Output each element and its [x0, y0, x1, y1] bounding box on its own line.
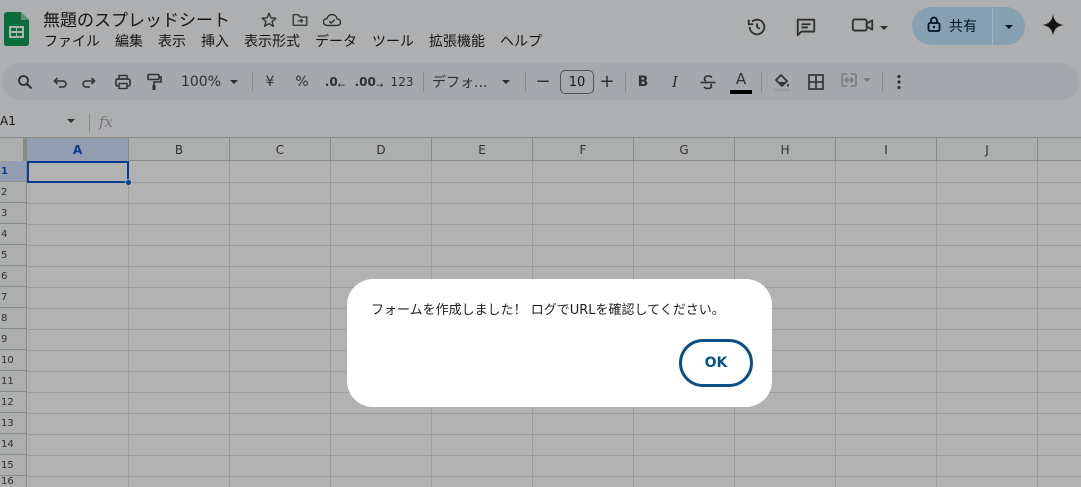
modal-overlay: [0, 0, 1081, 487]
dialog-message: フォームを作成しました！ ログでURLを確認してください。: [371, 303, 725, 318]
sheets-app: 無題のスプレッドシート ファイル 編集 表示 挿入 表示形式 データ ツール 拡…: [0, 0, 1081, 487]
alert-dialog: フォームを作成しました！ ログでURLを確認してください。 OK: [347, 279, 772, 407]
ok-button[interactable]: OK: [679, 339, 753, 387]
